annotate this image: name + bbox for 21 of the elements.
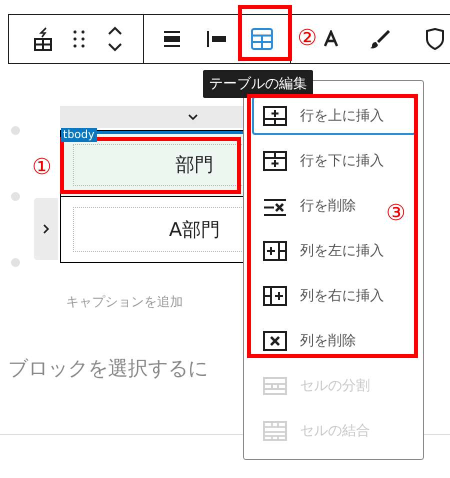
dot-icon	[11, 126, 20, 135]
table-icon	[262, 330, 288, 352]
dot-icon	[11, 258, 20, 267]
highlight-frame	[238, 5, 292, 61]
dot-icon	[11, 192, 20, 201]
table-icon	[262, 420, 288, 442]
annotation-number: ②	[297, 28, 318, 50]
table-icon	[262, 284, 288, 306]
table-icon	[248, 26, 275, 52]
chevron-down-icon	[186, 113, 198, 121]
annotation-number: ①	[32, 157, 52, 179]
menu-item[interactable]: 行を上に挿入	[252, 96, 416, 135]
block-hint: ブロックを選択するに	[8, 355, 209, 382]
table-icon	[262, 240, 288, 262]
annotation-number: ③	[386, 203, 406, 225]
table-icon	[262, 374, 288, 396]
table-icon	[262, 104, 288, 126]
tooltip: テーブルの編集	[203, 70, 313, 98]
table-icon	[262, 150, 288, 172]
section-label: tbody	[61, 128, 97, 142]
chevron-right-icon	[42, 223, 50, 235]
